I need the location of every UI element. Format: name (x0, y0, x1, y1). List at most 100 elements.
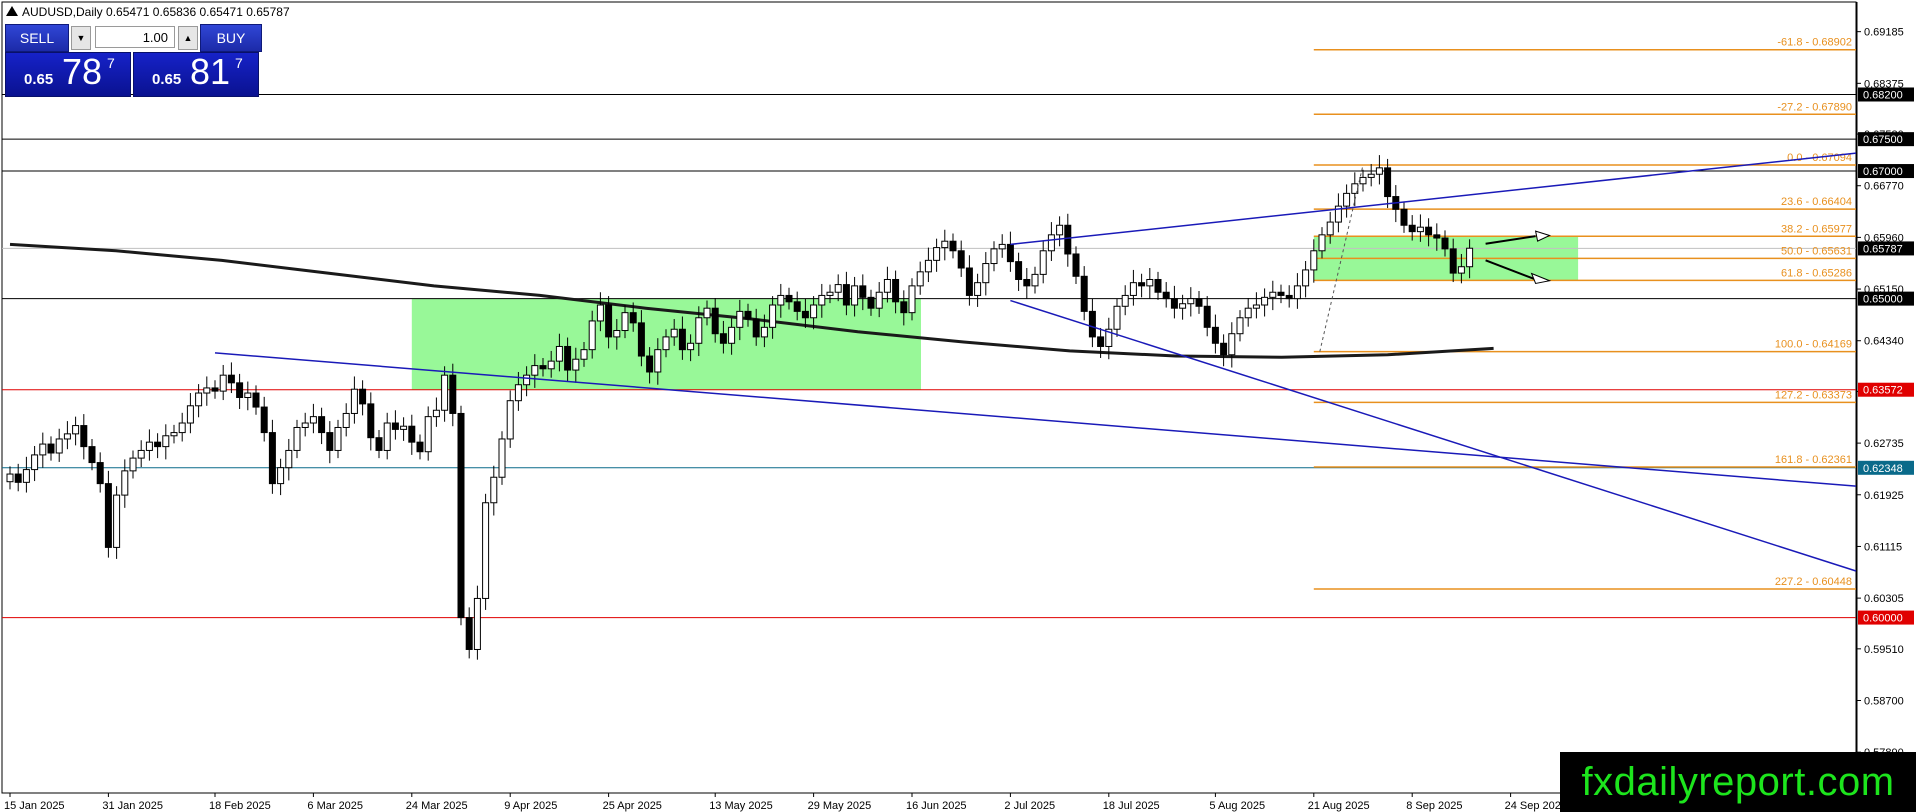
candle-body (1408, 224, 1416, 233)
candle-body (457, 412, 465, 619)
candle-body (432, 409, 440, 418)
x-tick-label: 13 May 2025 (709, 800, 773, 812)
x-tick-label: 6 Mar 2025 (307, 800, 363, 812)
candle-body (1252, 304, 1260, 309)
candle-body (867, 296, 875, 309)
x-tick-label: 18 Jul 2025 (1103, 800, 1160, 812)
price-level-tag-label: 0.65787 (1863, 243, 1903, 255)
candle-body (449, 374, 457, 414)
candle-body (441, 374, 449, 411)
y-tick-label: 0.60305 (1864, 593, 1904, 605)
sell-button[interactable]: SELL (5, 24, 69, 52)
candle-body (88, 446, 96, 464)
price-level-tag-label: 0.65000 (1863, 294, 1903, 306)
candle-body (883, 278, 891, 293)
candle-body (236, 382, 244, 398)
y-tick-label: 0.62735 (1864, 438, 1904, 450)
candle-body (1211, 326, 1219, 344)
candle-body (162, 435, 170, 448)
candle-body (695, 317, 703, 344)
lot-size-input[interactable]: 1.00 (95, 26, 175, 48)
y-tick-label: 0.58700 (1864, 696, 1904, 708)
candle-body (1343, 192, 1351, 207)
candle-body (769, 304, 777, 328)
buy-quote-fraction: 7 (235, 55, 243, 71)
candle-body (555, 345, 563, 362)
sell-quote[interactable]: 0.65 78 7 (5, 51, 131, 97)
candle-body (646, 355, 654, 373)
candle-body (1187, 298, 1195, 305)
candle-body (990, 248, 998, 265)
candle-body (752, 318, 760, 338)
fib-level-label: -27.2 - 0.67890 (1777, 101, 1852, 113)
candle-body (834, 284, 842, 293)
buy-button[interactable]: BUY (200, 24, 262, 52)
candle-body (859, 285, 867, 298)
candle-body (1162, 291, 1170, 300)
fib-level-label: 161.8 - 0.62361 (1775, 454, 1852, 466)
candle-body (777, 294, 785, 306)
candle-body (195, 392, 203, 407)
candle-body (1318, 234, 1326, 252)
x-tick-label: 24 Sep 2025 (1505, 800, 1567, 812)
candle-body (842, 284, 850, 306)
candle-body (957, 250, 965, 269)
candle-body (1261, 296, 1269, 306)
y-tick-label: 0.66770 (1864, 181, 1904, 193)
candle-body (728, 326, 736, 344)
candle-body (1006, 243, 1014, 263)
candle-body (1031, 273, 1039, 287)
candle-body (1416, 226, 1424, 233)
price-chart[interactable]: -61.8 - 0.68902 -27.2 - 0.67890 0.0 - 0.67… (0, 0, 1916, 812)
y-tick-label: 0.64340 (1864, 336, 1904, 348)
candle-body (1170, 298, 1178, 309)
candle-body (1425, 226, 1433, 236)
candle-body (687, 342, 695, 351)
candle-body (47, 443, 55, 454)
candle-body (170, 432, 178, 437)
candle-body (260, 406, 268, 434)
candle-body (80, 425, 88, 448)
sell-quote-prefix: 0.65 (24, 71, 54, 88)
candle-body (1113, 305, 1121, 330)
candle-body (473, 597, 481, 650)
candle-body (137, 449, 145, 459)
candle-body (1466, 247, 1474, 268)
candle-body (490, 476, 498, 504)
candle-body (154, 441, 162, 448)
candle-body (1293, 285, 1301, 300)
candle-body (211, 387, 219, 392)
candle-body (22, 469, 30, 483)
candle-body (1146, 278, 1154, 287)
candle-body (301, 422, 309, 428)
candle-body (637, 322, 645, 357)
candle-body (268, 432, 276, 485)
candle-body (1129, 282, 1137, 296)
y-tick-label: 0.59510 (1864, 644, 1904, 656)
candle-body (760, 326, 768, 338)
x-tick-label: 5 Aug 2025 (1209, 800, 1265, 812)
lot-decrease-icon[interactable]: ▼ (71, 26, 91, 50)
candle-body (703, 307, 711, 319)
candle-body (1047, 234, 1055, 252)
candle-body (736, 310, 744, 328)
candle-body (252, 392, 260, 408)
candle-body (1277, 291, 1285, 296)
candle-body (285, 449, 293, 469)
candle-body (342, 412, 350, 428)
candle-body (1015, 261, 1023, 280)
candle-body (924, 259, 932, 273)
candle-body (1039, 250, 1047, 275)
candle-body (916, 271, 924, 287)
brand-watermark: fxdailyreport.com (1560, 752, 1916, 812)
candle-body (974, 282, 982, 296)
candle-body (14, 473, 22, 483)
candle-body (63, 433, 71, 440)
candle-body (711, 307, 719, 335)
buy-quote[interactable]: 0.65 81 7 (133, 51, 259, 97)
lot-increase-icon[interactable]: ▲ (178, 26, 198, 50)
candle-body (318, 416, 326, 434)
sell-quote-fraction: 7 (107, 55, 115, 71)
candle-body (1080, 275, 1088, 312)
y-tick-label: 0.61115 (1864, 541, 1902, 553)
